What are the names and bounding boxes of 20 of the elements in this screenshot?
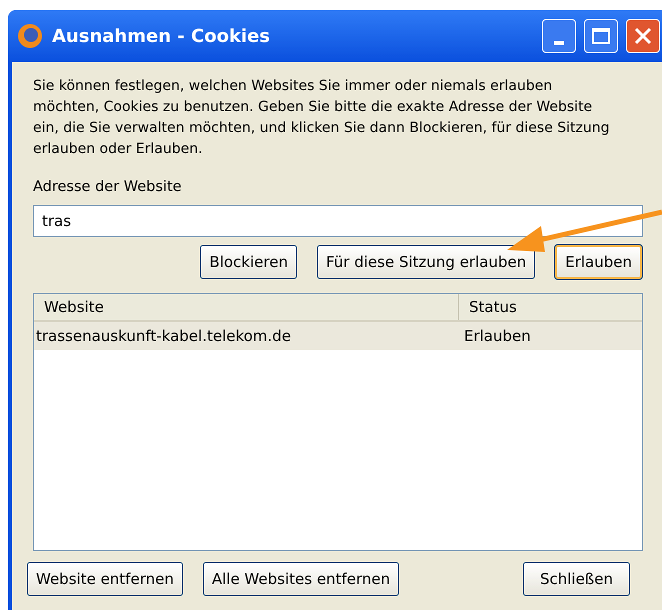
table-cell-text: trassenauskunft-kabel.telekom.de <box>35 326 292 346</box>
column-header[interactable]: Website <box>34 294 459 320</box>
table-row[interactable]: trassenauskunft-kabel.telekom.de Erlauben <box>34 322 642 350</box>
footer-button[interactable]: Schließen <box>522 562 630 596</box>
address-label: Adresse der Website <box>33 178 182 197</box>
address-field[interactable]: tras <box>33 204 643 237</box>
action-button[interactable]: Für diese Sitzung erlauben <box>316 244 536 279</box>
globe-icon <box>16 22 44 50</box>
table-cell-text: Erlauben <box>463 326 532 346</box>
close-button[interactable] <box>626 19 660 53</box>
description-text: Sie können festlegen, welchen Websites Sie immer oder niemals erlauben möchten, Cookies zu benutzen. Geben Sie bitte die exakte Adresse der Website ein, die Sie verwalten möchten, und klicken Sie dann Blockieren, für diese Sitzung erlauben oder Erlauben. <box>33 77 611 159</box>
minimize-button[interactable] <box>542 19 576 53</box>
footer-button[interactable]: Website entfernen <box>27 562 183 596</box>
action-button[interactable]: Erlauben <box>555 244 642 279</box>
window-title: Ausnahmen - Cookies <box>52 24 272 48</box>
column-header[interactable]: Status <box>459 294 642 320</box>
maximize-button[interactable] <box>584 19 618 53</box>
footer-button[interactable]: Alle Websites entfernen <box>202 562 400 596</box>
action-button[interactable]: Blockieren <box>200 244 297 279</box>
close-icon <box>633 26 653 46</box>
